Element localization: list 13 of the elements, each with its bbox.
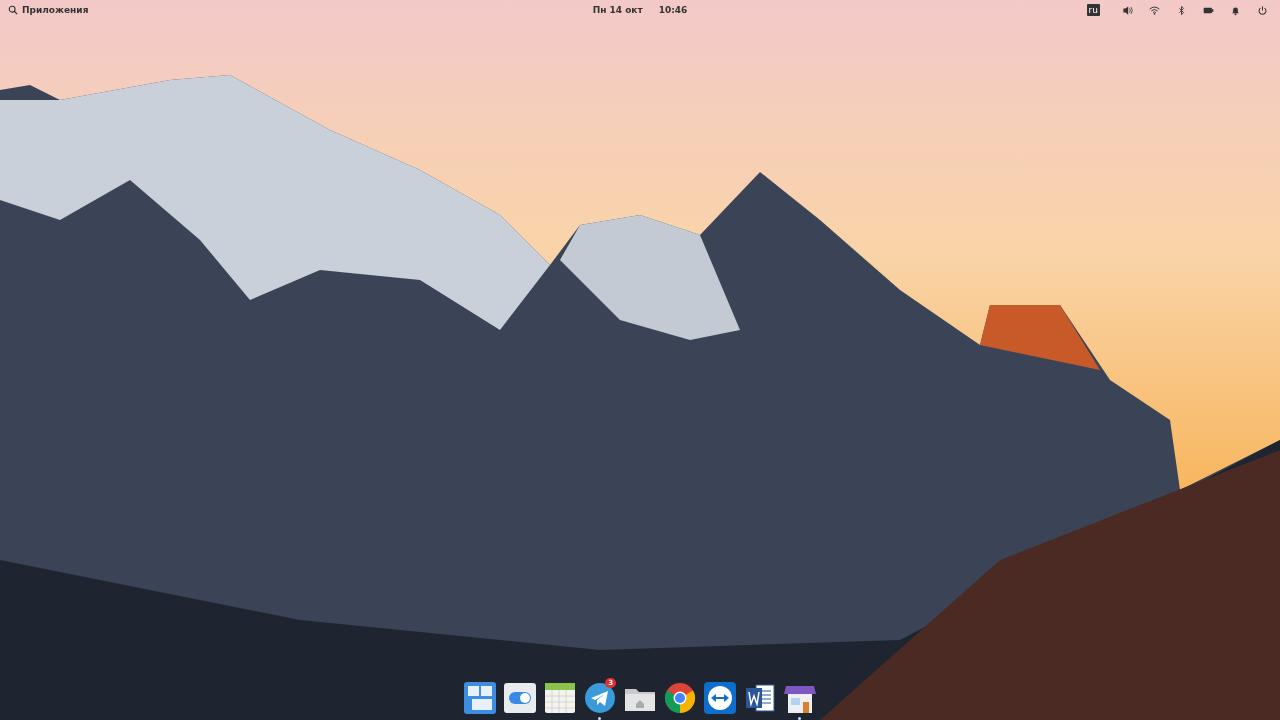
- date-time-indicator[interactable]: Пн 14 окт 10:46: [592, 5, 688, 15]
- volume-icon[interactable]: [1122, 4, 1133, 16]
- bluetooth-icon[interactable]: [1176, 4, 1187, 16]
- power-icon[interactable]: [1257, 4, 1268, 16]
- multitasking-view-icon[interactable]: [462, 680, 498, 716]
- browser-logo-icon[interactable]: [662, 680, 698, 716]
- applications-menu-button[interactable]: Приложения: [6, 5, 91, 15]
- bell-icon[interactable]: [1230, 4, 1241, 16]
- calendar-icon[interactable]: [542, 680, 578, 716]
- search-icon: [8, 5, 18, 15]
- paper-plane-icon[interactable]: [582, 680, 618, 716]
- toggle-switch-icon[interactable]: [502, 680, 538, 716]
- wifi-icon[interactable]: [1149, 4, 1160, 16]
